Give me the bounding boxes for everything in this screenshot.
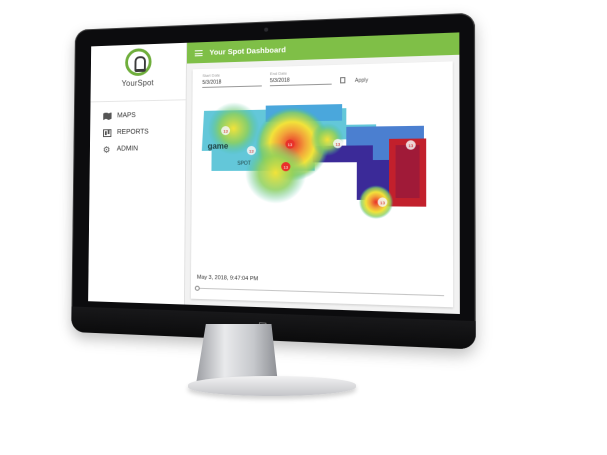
heat-blob-4 xyxy=(358,185,394,220)
start-date-label: Start Date xyxy=(202,72,221,78)
svg-text:13: 13 xyxy=(335,142,340,146)
dashboard-card: Start Date 5/3/2018 End Date 5/3/2018 Ap… xyxy=(190,61,454,308)
timeline-slider-handle[interactable] xyxy=(194,285,200,291)
sidebar-item-reports[interactable]: REPORTS xyxy=(90,123,185,141)
sidebar-item-label: REPORTS xyxy=(116,128,149,136)
heatmap-floor-plan[interactable]: game SPOT 13 13 13 13 13 13 13 xyxy=(193,96,435,224)
menu-icon[interactable] xyxy=(194,49,203,56)
screen: YourSpot MAPS REPORTS ⚙ ADMIN Your Spot … xyxy=(88,32,460,315)
sidebar: YourSpot MAPS REPORTS ⚙ ADMIN xyxy=(88,42,188,305)
stage:  YourSpot MAPS REPORTS xyxy=(0,0,607,455)
sidebar-item-admin[interactable]: ⚙ ADMIN xyxy=(90,140,185,158)
monitor-stand-neck xyxy=(196,324,278,384)
brand-name: YourSpot xyxy=(121,78,154,89)
svg-text:13: 13 xyxy=(223,129,227,133)
map-icon xyxy=(103,112,111,120)
end-date-label: End Date xyxy=(269,70,287,77)
svg-text:13: 13 xyxy=(380,201,385,205)
svg-text:13: 13 xyxy=(408,144,413,148)
store-label-spot: SPOT xyxy=(237,161,251,167)
monitor-stand-base xyxy=(188,376,356,396)
end-date-field[interactable]: End Date 5/3/2018 xyxy=(269,69,332,87)
start-date-input[interactable]: 5/3/2018 xyxy=(202,78,262,88)
yourspot-logo-icon xyxy=(124,48,152,77)
page-title: Your Spot Dashboard xyxy=(209,45,286,57)
gear-icon: ⚙ xyxy=(102,144,111,155)
hotspot-marker: 13 xyxy=(281,162,291,172)
sidebar-item-maps[interactable]: MAPS xyxy=(90,106,185,124)
svg-text:13: 13 xyxy=(284,166,289,170)
svg-text:13: 13 xyxy=(288,143,293,147)
report-icon xyxy=(102,128,112,137)
start-date-field[interactable]: Start Date 5/3/2018 xyxy=(202,71,262,88)
sidebar-nav: MAPS REPORTS ⚙ ADMIN xyxy=(90,100,186,157)
hotspot-marker: 13 xyxy=(377,197,388,207)
sidebar-item-label: ADMIN xyxy=(116,145,139,153)
timeline-slider[interactable] xyxy=(194,285,445,297)
copy-icon[interactable] xyxy=(340,77,346,84)
floor-blocks xyxy=(395,144,420,199)
monitor:  YourSpot MAPS REPORTS xyxy=(71,12,476,350)
sidebar-item-label: MAPS xyxy=(117,112,136,120)
timeline-timestamp: May 3, 2018, 9:47:04 PM xyxy=(196,274,259,283)
apply-button[interactable]: Apply xyxy=(355,77,368,84)
svg-text:13: 13 xyxy=(249,149,253,153)
end-date-input[interactable]: 5/3/2018 xyxy=(269,76,332,87)
brand[interactable]: YourSpot xyxy=(90,42,187,103)
store-label-game: game xyxy=(208,141,229,151)
